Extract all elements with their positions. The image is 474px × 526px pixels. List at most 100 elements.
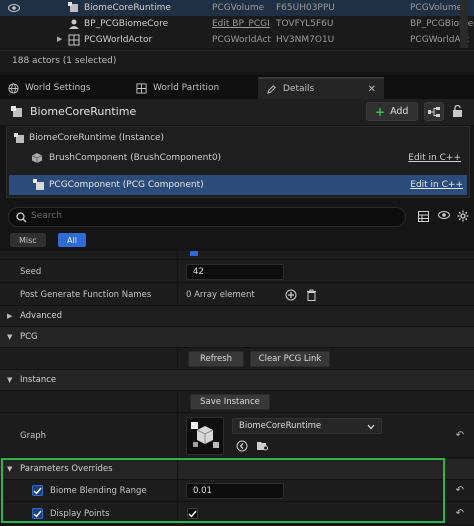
expand-arrow-icon[interactable]: ▶: [57, 35, 62, 43]
lock-icon[interactable]: [452, 105, 463, 117]
seed-input[interactable]: 42: [186, 264, 284, 280]
chevron-down-icon: [367, 422, 375, 432]
actor-icon: [10, 105, 24, 119]
category-label: Instance: [20, 375, 57, 385]
category-instance[interactable]: ▼ Instance: [0, 370, 474, 391]
refresh-button[interactable]: Refresh: [188, 351, 244, 367]
pencil-icon: [267, 84, 276, 94]
post-generate-label: Post Generate Function Names: [20, 289, 152, 300]
override-checkbox[interactable]: [32, 485, 43, 496]
outliner-row[interactable]: BiomeCoreRuntime PCGVolume F65UH03PPU PC…: [0, 0, 474, 16]
component-label: PCGComponent (PCG Component): [49, 180, 204, 190]
biome-blending-label: Biome Blending Range: [50, 485, 147, 496]
property-row-graph: Graph BiomeCoreRuntime ↶: [0, 414, 474, 458]
reset-arrow-icon[interactable]: ↶: [456, 430, 464, 441]
add-component-button[interactable]: + Add: [366, 102, 418, 121]
edit-in-cpp-link[interactable]: Edit in C++: [410, 180, 463, 190]
grid-icon: [136, 82, 147, 94]
category-pcg[interactable]: ▼ PCG: [0, 327, 474, 348]
folder-search-icon[interactable]: [256, 440, 269, 452]
add-element-icon[interactable]: [285, 289, 297, 301]
outliner-item-id: F65UH03PPU: [276, 3, 335, 13]
property-row-save-instance: Save Instance: [0, 391, 474, 413]
checkmark-icon: [33, 510, 42, 518]
globe-icon: [8, 82, 19, 94]
property-row-pcg-actions: Refresh Clear PCG Link: [0, 348, 474, 370]
component-row[interactable]: BrushComponent (BrushComponent0) Edit in…: [7, 149, 469, 167]
property-row-biome-blending: Biome Blending Range 0.01 ↶: [0, 480, 474, 502]
display-points-label: Display Points: [50, 508, 110, 519]
graph-thumbnail[interactable]: [186, 417, 224, 455]
tab-details[interactable]: Details ✕: [258, 77, 384, 99]
pcg-component-icon: [33, 179, 45, 191]
add-label: Add: [390, 106, 409, 117]
outliner-item-label: PCGVolume_: [410, 3, 467, 13]
edit-blueprint-link[interactable]: Edit BP_PCGI: [212, 19, 270, 29]
close-icon[interactable]: ✕: [368, 84, 376, 95]
category-advanced[interactable]: ▶ Advanced: [0, 306, 474, 327]
tab-world-settings[interactable]: World Settings: [0, 77, 126, 99]
reset-arrow-icon[interactable]: ↶: [456, 485, 464, 496]
graph-asset-name: BiomeCoreRuntime: [239, 421, 322, 431]
graph-label: Graph: [20, 430, 47, 441]
filter-misc[interactable]: Misc: [10, 233, 46, 247]
graph-asset-dropdown[interactable]: BiomeCoreRuntime: [232, 418, 382, 434]
clear-pcg-link-button[interactable]: Clear PCG Link: [250, 351, 330, 367]
outliner-item-name: PCGWorldActor: [84, 35, 153, 45]
collapse-arrow-icon: ▼: [7, 333, 13, 341]
component-label: BrushComponent (BrushComponent0): [49, 153, 222, 163]
outliner-item-type: PCGWorldAct: [212, 35, 271, 45]
biome-blending-input[interactable]: 0.01: [186, 483, 284, 499]
tab-label: World Partition: [153, 83, 220, 93]
outliner-item-id: TOVFYL5F6U: [276, 19, 334, 29]
collapse-arrow-icon: ▼: [7, 376, 13, 384]
property-row-clipped: [0, 251, 474, 260]
search-row: Search: [0, 205, 474, 229]
outliner-row[interactable]: ▶ PCGWorldActor PCGWorldAct HV3NM7O1U PC…: [0, 32, 474, 48]
actor-count: 188 actors (1 selected): [12, 56, 117, 66]
brush-cube-icon: [31, 152, 43, 164]
blueprint-actor-icon: [68, 18, 80, 30]
plus-icon: +: [375, 104, 386, 119]
filter-all[interactable]: All: [58, 233, 86, 247]
checkmark-icon: [188, 510, 197, 518]
property-row-display-points: Display Points ↶: [0, 503, 474, 525]
panel-tab-bar: World Settings World Partition Details ✕: [0, 75, 474, 99]
edit-in-cpp-link[interactable]: Edit in C++: [408, 153, 461, 163]
component-instance-row[interactable]: BiomeCoreRuntime (Instance): [7, 129, 469, 147]
search-input[interactable]: Search: [8, 207, 406, 227]
category-label: Advanced: [20, 311, 62, 321]
actor-name: BiomeCoreRuntime: [30, 105, 137, 118]
seed-label: Seed: [20, 266, 42, 277]
component-row-selected[interactable]: PCGComponent (PCG Component) Edit in C++: [9, 175, 467, 195]
expand-arrow-icon: ▶: [7, 312, 13, 320]
eye-icon[interactable]: [438, 210, 450, 221]
visibility-eye-icon[interactable]: [8, 3, 20, 14]
browse-arrow-icon[interactable]: [236, 440, 248, 452]
outliner-row[interactable]: BP_PCGBiomeCore Edit BP_PCGI TOVFYL5F6U …: [0, 16, 474, 32]
save-instance-button[interactable]: Save Instance: [190, 394, 270, 410]
array-element-count: 0 Array element: [186, 289, 255, 300]
display-points-checkbox[interactable]: [187, 508, 198, 519]
category-parameters-overrides[interactable]: ▼ Parameters Overrides: [0, 459, 474, 480]
property-panel: Seed 42 Post Generate Function Names 0 A…: [0, 251, 474, 526]
component-label: BiomeCoreRuntime (Instance): [29, 133, 165, 143]
property-row-seed: Seed 42: [0, 261, 474, 283]
reset-arrow-icon[interactable]: ↶: [456, 508, 464, 519]
tab-label: World Settings: [25, 83, 91, 93]
tab-label: Details: [283, 84, 315, 94]
tab-world-partition[interactable]: World Partition: [128, 77, 256, 99]
outliner-scrollbar[interactable]: [460, 0, 468, 48]
blueprint-button[interactable]: [424, 102, 444, 121]
hierarchy-icon: [428, 106, 440, 117]
component-tree: BiomeCoreRuntime (Instance) BrushCompone…: [6, 126, 470, 198]
table-view-icon[interactable]: [418, 211, 429, 222]
gear-icon[interactable]: [457, 210, 469, 222]
trash-icon[interactable]: [306, 289, 317, 301]
pcg-graph-icon: [191, 422, 219, 448]
search-icon: [16, 212, 27, 223]
outliner-panel: BiomeCoreRuntime PCGVolume F65UH03PPU PC…: [0, 0, 474, 48]
checkbox-clipped[interactable]: [190, 251, 198, 256]
override-checkbox[interactable]: [32, 508, 43, 519]
filter-bar: Misc All: [0, 232, 474, 250]
